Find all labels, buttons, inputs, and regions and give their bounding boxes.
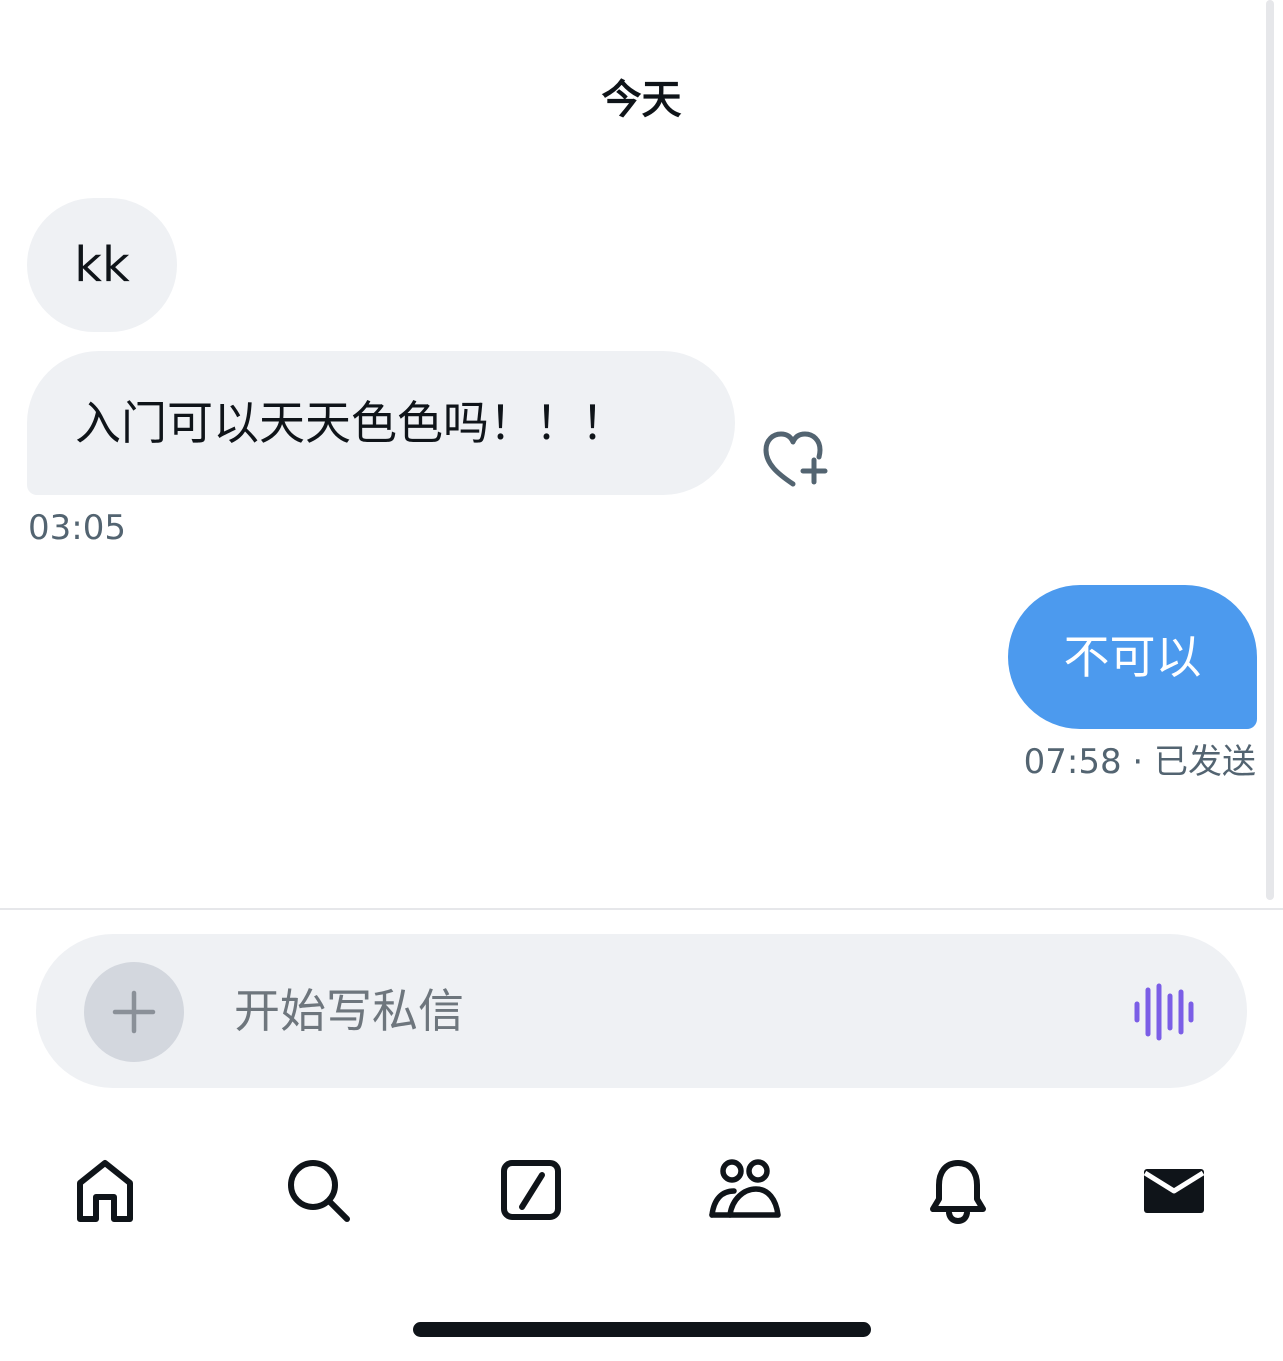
message-sent-status: 07:58 · 已发送 — [1023, 742, 1256, 782]
message-text: 不可以 — [1063, 630, 1202, 684]
date-separator: 今天 — [601, 77, 682, 123]
message-bubble-sent[interactable]: 不可以 — [1008, 585, 1257, 729]
add-media-button[interactable] — [84, 962, 184, 1062]
voice-message-button[interactable] — [1131, 982, 1195, 1042]
message-text: kk — [74, 237, 130, 293]
tab-home[interactable] — [65, 1150, 145, 1230]
mail-icon — [1143, 1169, 1205, 1213]
compose-icon — [501, 1160, 561, 1220]
tab-messages[interactable] — [1134, 1150, 1214, 1230]
message-input[interactable] — [234, 974, 1094, 1048]
home-indicator[interactable] — [413, 1322, 871, 1337]
bottom-tab-bar — [0, 1140, 1283, 1240]
message-composer — [36, 934, 1247, 1088]
communities-icon — [709, 1159, 781, 1218]
tab-notifications[interactable] — [918, 1150, 998, 1230]
bell-icon — [930, 1160, 986, 1225]
tab-search[interactable] — [278, 1150, 358, 1230]
scrollbar[interactable] — [1266, 0, 1274, 900]
voice-waveform-icon — [1134, 983, 1194, 1041]
heart-plus-icon — [763, 431, 828, 487]
message-bubble-received[interactable]: kk — [27, 198, 177, 332]
home-icon — [77, 1160, 133, 1222]
search-icon — [288, 1160, 350, 1222]
message-bubble-received[interactable]: 入门可以天天色色吗！！！ — [27, 351, 735, 495]
plus-icon — [112, 990, 156, 1034]
message-text: 入门可以天天色色吗！！！ — [75, 396, 627, 450]
tab-compose[interactable] — [491, 1150, 571, 1230]
tab-communities[interactable] — [704, 1150, 784, 1230]
add-reaction-button[interactable] — [760, 426, 832, 492]
composer-divider — [0, 908, 1283, 910]
message-timestamp: 03:05 — [28, 508, 126, 548]
